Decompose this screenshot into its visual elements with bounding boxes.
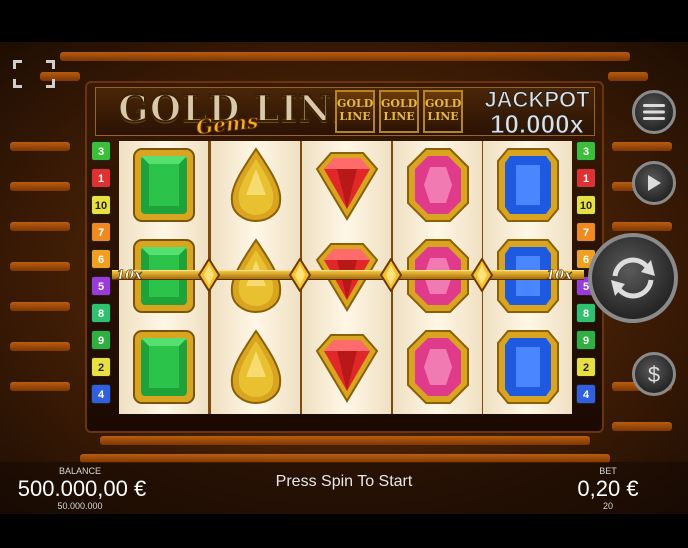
- payline-indicator: 2: [91, 357, 111, 377]
- sapphire-icon: [496, 329, 560, 409]
- status-text: 10:03 AM | GOLD LINE GEMS | DEMO: [0, 0, 295, 19]
- win-line-diamond: [288, 257, 312, 293]
- payline-indicator: 8: [576, 303, 596, 323]
- win-multiplier-right: 10x: [546, 268, 572, 284]
- win-line-diamond: [197, 257, 221, 293]
- payline-indicator: 10: [91, 195, 111, 215]
- payline-indicator: 2: [576, 357, 596, 377]
- win-line-diamond: [470, 257, 494, 293]
- pink-sapphire-icon: [406, 147, 470, 227]
- bet-label: BET: [599, 466, 617, 476]
- payline-indicator: 4: [576, 384, 596, 404]
- payline-indicator: 4: [91, 384, 111, 404]
- payline-indicator: 5: [91, 276, 111, 296]
- payline-indicator: 9: [576, 330, 596, 350]
- play-icon: [648, 175, 661, 191]
- balance-credits: 50.000.000: [57, 501, 103, 511]
- spin-icon: [611, 257, 655, 299]
- sapphire-icon: [496, 147, 560, 227]
- win-line-diamond: [379, 257, 403, 293]
- emerald-icon: [132, 329, 196, 409]
- pink-sapphire-icon: [406, 329, 470, 409]
- payline-indicator: 8: [91, 303, 111, 323]
- win-line: [112, 270, 584, 280]
- payline-indicator: 10: [576, 195, 596, 215]
- dollar-icon: $: [648, 362, 660, 386]
- mini-logo: GOLD LINE: [423, 90, 463, 133]
- bet-button[interactable]: $: [632, 352, 676, 396]
- payline-indicator: 1: [91, 168, 111, 188]
- bottom-margin: [0, 514, 688, 548]
- payline-indicator: 7: [576, 222, 596, 242]
- jackpot-value: 10.000x: [490, 109, 585, 139]
- menu-icon: [643, 104, 665, 120]
- payline-indicator: 7: [91, 222, 111, 242]
- spin-button[interactable]: [588, 233, 678, 323]
- bet-credits: 20: [602, 501, 613, 511]
- topaz-icon: [224, 147, 288, 227]
- payline-indicators-left: 3 1 10 7 6 5 8 9 2 4: [91, 141, 113, 411]
- payline-indicator: 3: [91, 141, 111, 161]
- svg-text:$: $: [648, 362, 660, 386]
- balance-value: 500.000,00 €: [17, 476, 147, 501]
- jackpot-label: JACKPOT: [484, 87, 590, 112]
- status-message: Press Spin To Start: [275, 473, 413, 490]
- bet-value[interactable]: 0,20 €: [560, 476, 656, 502]
- balance-label: BALANCE: [58, 466, 102, 476]
- emerald-icon: [132, 147, 196, 227]
- game-screen: 10:03 AM | GOLD LINE GEMS | DEMO GOLD LI…: [0, 0, 688, 548]
- mini-logo: GOLD LINE: [379, 90, 419, 133]
- payline-indicator: 6: [91, 249, 111, 269]
- payline-indicator: 9: [91, 330, 111, 350]
- mini-logo: GOLD LINE: [335, 90, 375, 133]
- win-multiplier-left: 10x: [116, 268, 142, 284]
- payline-indicator: 1: [576, 168, 596, 188]
- fullscreen-icon[interactable]: [13, 60, 55, 88]
- menu-button[interactable]: [632, 90, 676, 134]
- autoplay-button[interactable]: [632, 161, 676, 205]
- ruby-icon: [315, 147, 379, 227]
- topaz-icon: [224, 329, 288, 409]
- jackpot-display: JACKPOT 10.000x: [481, 87, 593, 139]
- ruby-icon: [315, 329, 379, 409]
- payline-indicator: 3: [576, 141, 596, 161]
